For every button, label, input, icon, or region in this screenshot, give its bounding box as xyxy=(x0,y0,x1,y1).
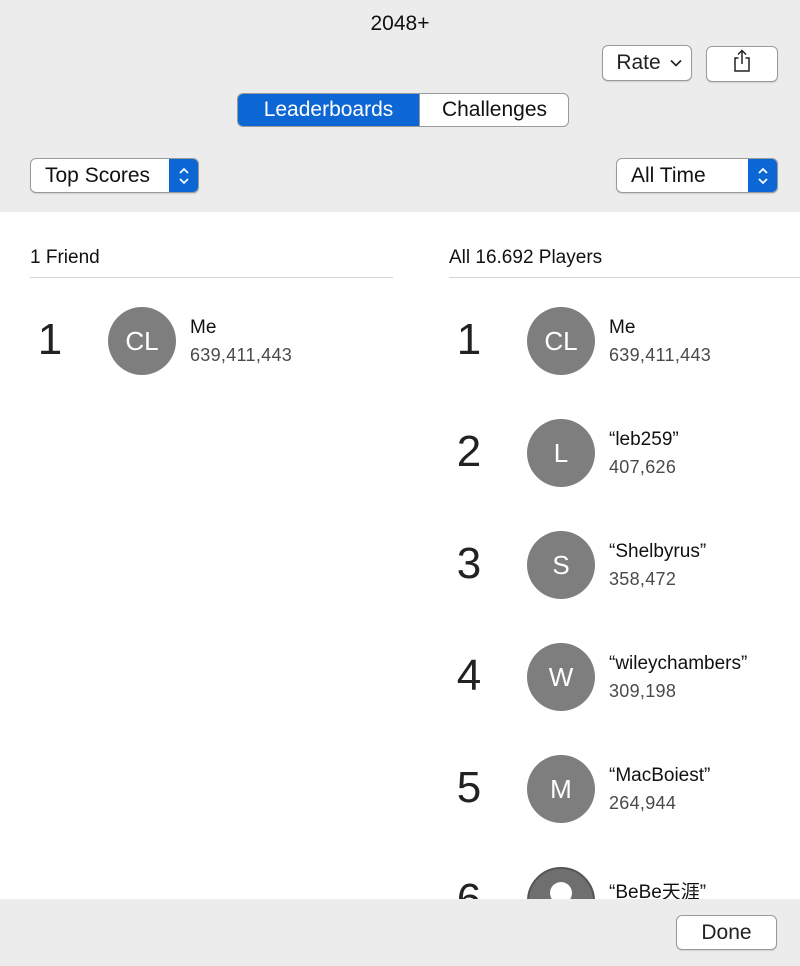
chevron-down-icon xyxy=(670,59,682,67)
rate-button[interactable]: Rate xyxy=(602,45,692,81)
view-segmented-control: Leaderboards Challenges xyxy=(237,93,569,127)
rank-number: 1 xyxy=(37,315,63,364)
rank-number: 3 xyxy=(456,539,482,588)
avatar: L xyxy=(527,419,595,487)
rank-number: 2 xyxy=(456,427,482,476)
rank-number: 5 xyxy=(456,763,482,812)
player-row[interactable]: 1 CL Me 639,411,443 xyxy=(449,307,799,377)
share-icon xyxy=(732,49,752,79)
avatar: W xyxy=(527,643,595,711)
leaderboard-select-value: Top Scores xyxy=(45,164,151,187)
time-period-select-value: All Time xyxy=(631,164,706,187)
player-row[interactable]: 4 W “wileychambers” 309,198 xyxy=(449,643,799,713)
done-button[interactable]: Done xyxy=(676,915,777,950)
up-down-arrows-icon xyxy=(748,159,777,192)
player-name: “Shelbyrus” xyxy=(609,541,707,562)
player-name: Me xyxy=(609,317,636,338)
player-name: “MacBoiest” xyxy=(609,765,711,786)
player-row[interactable]: 2 L “leb259” 407,626 xyxy=(449,419,799,489)
avatar: CL xyxy=(108,307,176,375)
share-button[interactable] xyxy=(706,46,778,82)
player-score: 264,944 xyxy=(609,793,677,813)
player-score: 639,411,443 xyxy=(190,345,293,365)
rank-number: 4 xyxy=(456,651,482,700)
window-title: 2048+ xyxy=(370,12,430,35)
all-players-divider xyxy=(449,277,800,278)
rank-number: 1 xyxy=(456,315,482,364)
friends-divider xyxy=(30,277,393,278)
avatar: S xyxy=(527,531,595,599)
friends-header: 1 Friend xyxy=(30,247,100,268)
leaderboard-select[interactable]: Top Scores xyxy=(30,158,199,193)
up-down-arrows-icon xyxy=(169,159,198,192)
player-score: 407,626 xyxy=(609,457,677,477)
player-score: 309,198 xyxy=(609,681,677,701)
all-players-header: All 16.692 Players xyxy=(449,247,603,268)
time-period-select[interactable]: All Time xyxy=(616,158,778,193)
player-score: 639,411,443 xyxy=(609,345,712,365)
friend-row[interactable]: 1 CL Me 639,411,443 xyxy=(30,307,390,377)
tab-challenges[interactable]: Challenges xyxy=(419,94,568,126)
tab-leaderboards[interactable]: Leaderboards xyxy=(238,94,419,126)
player-name: Me xyxy=(190,317,217,338)
player-name: “wileychambers” xyxy=(609,653,748,674)
player-row[interactable]: 5 M “MacBoiest” 264,944 xyxy=(449,755,799,825)
avatar: M xyxy=(527,755,595,823)
player-row[interactable]: 3 S “Shelbyrus” 358,472 xyxy=(449,531,799,601)
avatar: CL xyxy=(527,307,595,375)
player-name: “leb259” xyxy=(609,429,679,450)
rate-button-label: Rate xyxy=(616,51,661,74)
player-score: 358,472 xyxy=(609,569,677,589)
